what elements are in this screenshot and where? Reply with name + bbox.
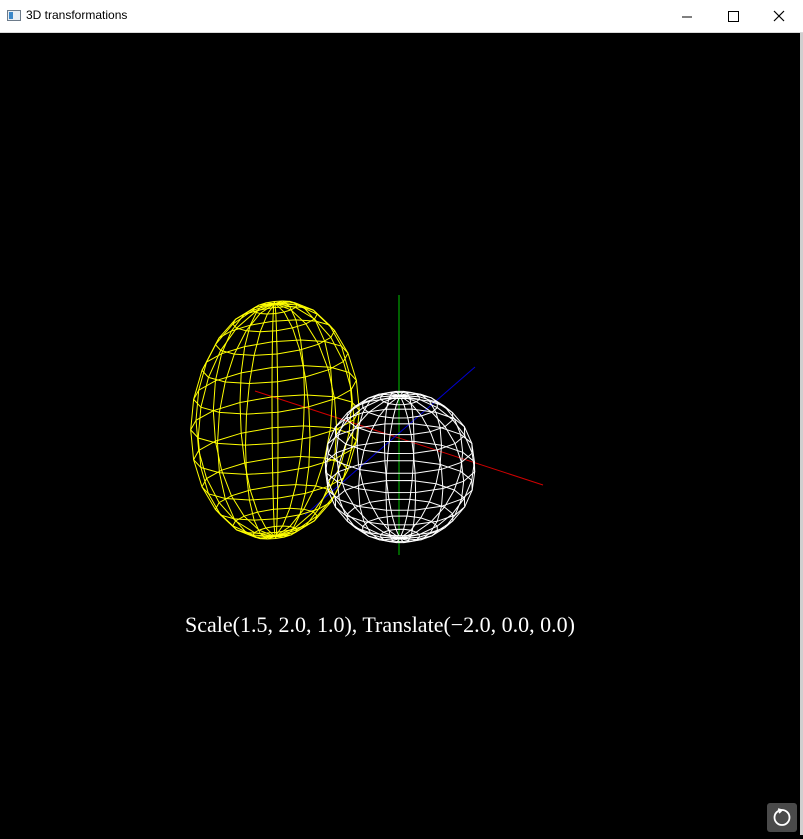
window-title: 3D transformations [26, 8, 128, 22]
longitude-line [239, 302, 276, 537]
original-sphere-wireframe [324, 390, 476, 544]
longitude-line [271, 301, 276, 537]
latitude-line [232, 507, 318, 534]
refresh-icon [773, 808, 791, 826]
close-icon [773, 10, 785, 22]
app-window-icon [7, 10, 21, 21]
longitude-line [197, 303, 276, 538]
longitude-line [244, 303, 276, 540]
longitude-line [274, 303, 360, 537]
longitude-line [212, 303, 276, 537]
title-bar: 3D transformations [0, 0, 803, 33]
scene-viewport [190, 295, 544, 555]
close-button[interactable] [756, 0, 802, 33]
latitude-line [190, 394, 360, 446]
latitude-line [334, 479, 466, 526]
longitude-line [274, 303, 338, 537]
opengl-canvas[interactable] [0, 33, 803, 835]
transformation-caption: Scale(1.5, 2.0, 1.0), Translate(−2.0, 0.… [184, 612, 576, 637]
maximize-button[interactable] [710, 0, 756, 33]
reset-button[interactable] [767, 803, 797, 832]
latitude-line [232, 306, 318, 333]
longitude-line [274, 303, 279, 539]
longitude-line [274, 303, 311, 538]
latitude-line [324, 440, 476, 494]
minimize-button[interactable] [664, 0, 710, 33]
maximize-icon [728, 11, 739, 22]
minimize-icon [682, 16, 692, 18]
longitude-line [274, 300, 306, 537]
longitude-line [190, 303, 276, 537]
